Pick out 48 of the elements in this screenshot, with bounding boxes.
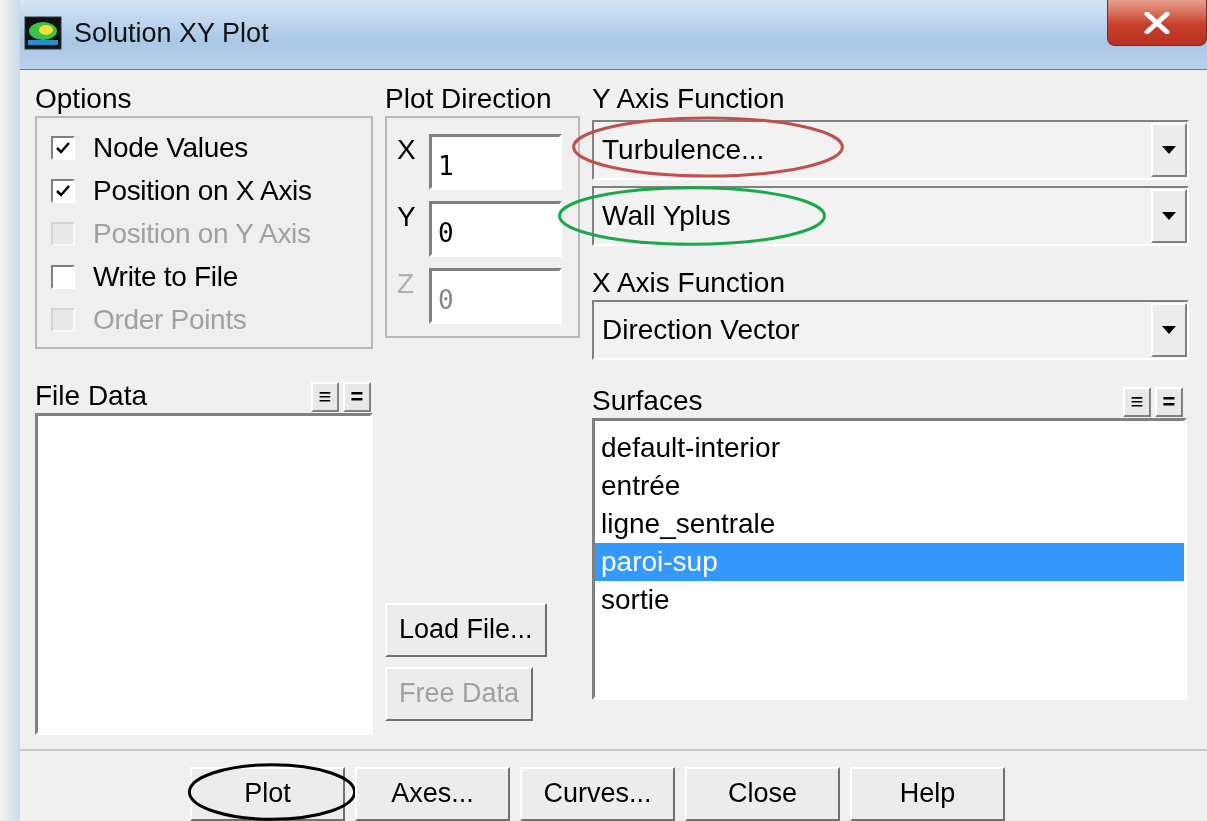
file-button[interactable]: Load File... xyxy=(385,602,547,657)
section-label: X Axis Function xyxy=(592,265,786,300)
caret-icon xyxy=(1162,325,1176,334)
app-icon xyxy=(24,16,62,50)
list-item[interactable]: sortie xyxy=(595,580,1184,619)
list-select-button[interactable]: ≡ xyxy=(1123,387,1151,418)
checkbox-label: Write to File xyxy=(93,261,238,294)
dropdown[interactable]: Direction Vector xyxy=(592,299,1189,360)
caret-icon xyxy=(1162,211,1176,220)
dropdown[interactable]: Wall Yplus xyxy=(592,185,1189,246)
window-title: Solution XY Plot xyxy=(74,17,269,49)
list-item[interactable]: default-interior xyxy=(595,428,1184,467)
dialog-button[interactable]: Curves... xyxy=(520,766,675,821)
axis-label: X xyxy=(397,133,417,166)
dropdown-arrow-button[interactable] xyxy=(1151,302,1187,357)
check-icon xyxy=(56,185,70,198)
axis-label: Y xyxy=(397,200,417,233)
section-label: Y Axis Function xyxy=(592,81,786,116)
dialog-button[interactable]: Close xyxy=(685,766,840,821)
list-item[interactable]: ligne_sentrale xyxy=(595,504,1184,543)
dropdown[interactable]: Turbulence... xyxy=(592,119,1189,180)
section-label: File Data xyxy=(35,378,148,413)
close-button[interactable] xyxy=(1107,0,1207,46)
dropdown-arrow-button[interactable] xyxy=(1151,122,1187,177)
checkbox[interactable] xyxy=(51,136,75,161)
section-label: Options xyxy=(35,81,133,116)
section-label: Surfaces xyxy=(592,383,703,418)
checkbox-label: Node Values xyxy=(93,132,248,165)
dropdown-arrow-button[interactable] xyxy=(1151,188,1187,243)
list-select-button[interactable]: ≡ xyxy=(311,382,339,413)
list-select-button[interactable]: = xyxy=(1155,387,1183,418)
dialog-button[interactable]: Help xyxy=(850,766,1005,821)
list-select-button[interactable]: = xyxy=(343,382,371,413)
dialog-button[interactable]: Axes... xyxy=(355,766,510,821)
check-icon xyxy=(56,142,70,155)
checkbox-label: Order Points xyxy=(93,304,247,337)
caret-icon xyxy=(1162,145,1176,154)
close-icon xyxy=(1144,11,1170,34)
section-label: Plot Direction xyxy=(385,81,553,116)
checkbox[interactable] xyxy=(51,179,75,204)
input-field[interactable]: 1 xyxy=(429,133,562,190)
list-item[interactable]: entrée xyxy=(595,466,1184,505)
checkbox-label: Position on X Axis xyxy=(93,175,312,208)
input-field[interactable]: 0 xyxy=(429,200,562,257)
checkbox[interactable] xyxy=(51,265,75,290)
axis-label: Z xyxy=(397,267,416,300)
checkbox-label: Position on Y Axis xyxy=(93,218,311,251)
dialog-button[interactable]: Plot xyxy=(190,766,345,821)
